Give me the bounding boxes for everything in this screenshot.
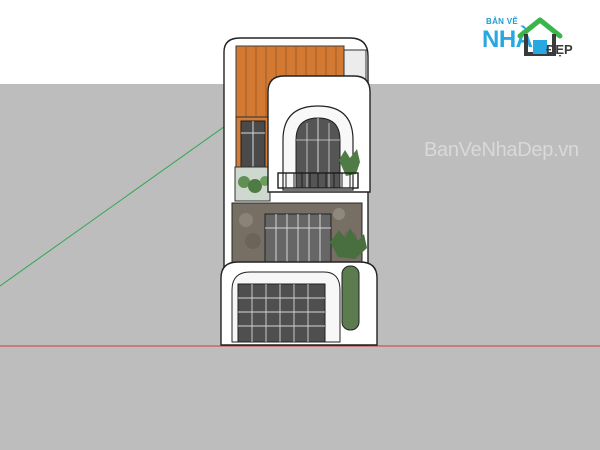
house-facade[interactable] (220, 37, 378, 346)
sketchup-viewport[interactable]: BẢN VẼ NHÀ ĐẸP BanVeNhaDep.vn (0, 0, 600, 450)
website-watermark: BanVeNhaDep.vn (424, 139, 579, 161)
logo-small-text: BẢN VẼ (486, 17, 519, 26)
brand-logo[interactable]: BẢN VẼ NHÀ ĐẸP (478, 12, 594, 64)
logo-suffix-text: ĐẸP (546, 42, 573, 57)
green-axis-line (0, 123, 229, 287)
vertical-planter (341, 265, 360, 331)
house-model-scene[interactable] (0, 0, 600, 450)
ground-floor-gate (237, 283, 326, 343)
